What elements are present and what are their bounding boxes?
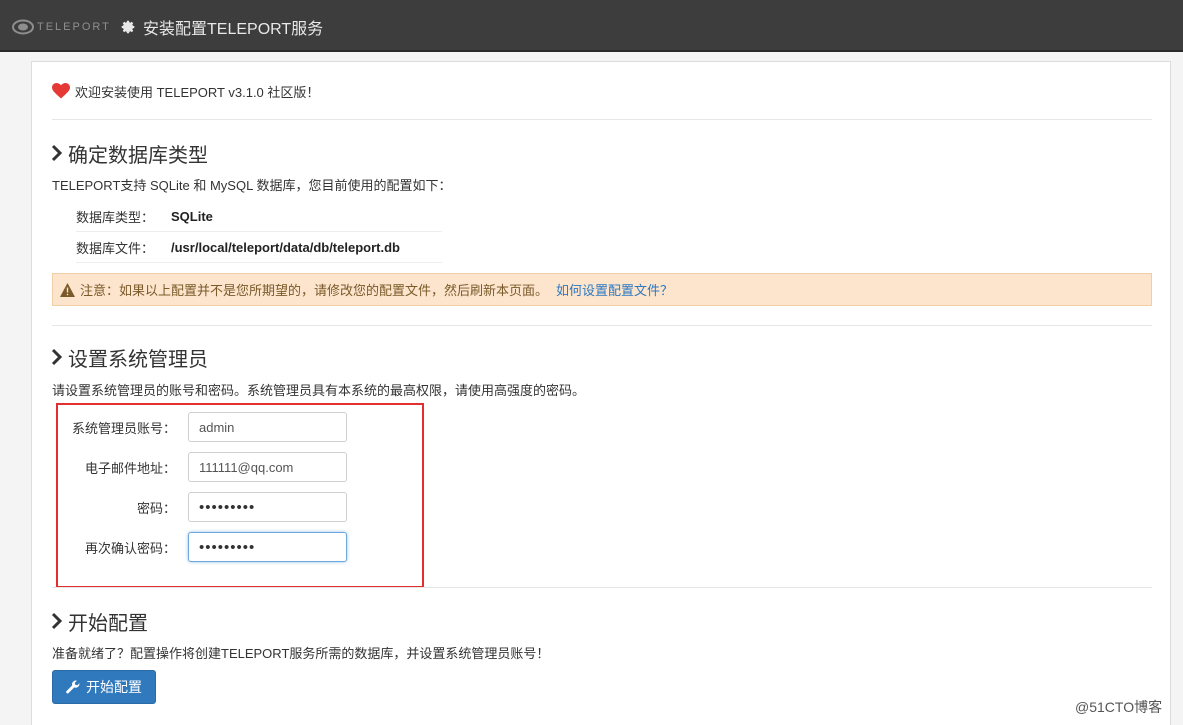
divider <box>52 119 1152 120</box>
start-config-button-label: 开始配置 <box>86 679 142 695</box>
account-label: 系统管理员账号： <box>71 420 176 436</box>
db-type-row: 数据库类型： SQLite <box>76 201 442 232</box>
confirm-password-row: 再次确认密码： <box>52 532 372 562</box>
db-section-title: 确定数据库类型 <box>50 140 208 167</box>
divider <box>52 325 1152 326</box>
welcome-text: 欢迎安装使用 TELEPORT v3.1.0 社区版！ <box>75 84 320 100</box>
db-section-desc: TELEPORT支持 SQLite 和 MySQL 数据库，您目前使用的配置如下… <box>52 178 452 193</box>
start-config-button[interactable]: 开始配置 <box>52 670 156 704</box>
db-section-title-text: 确定数据库类型 <box>68 144 208 167</box>
divider <box>52 587 1152 588</box>
page-title: 安装配置TELEPORT服务 <box>120 17 324 38</box>
gear-icon <box>121 20 135 34</box>
email-row: 电子邮件地址： <box>52 452 372 482</box>
logo-text: TELEPORT <box>37 21 111 33</box>
account-input[interactable] <box>188 412 347 442</box>
chevron-right-icon <box>51 144 63 162</box>
logo-swirl-icon <box>12 19 34 35</box>
config-warning-alert: 注意：如果以上配置并不是您所期望的，请修改您的配置文件，然后刷新本页面。 如何设… <box>52 273 1152 306</box>
warning-icon <box>60 282 75 297</box>
db-type-value: SQLite <box>171 208 213 224</box>
admin-section-title: 设置系统管理员 <box>50 344 208 371</box>
db-file-label: 数据库文件： <box>76 240 155 256</box>
start-section-title: 开始配置 <box>50 608 148 635</box>
account-row: 系统管理员账号： <box>52 412 372 442</box>
db-file-value: /usr/local/teleport/data/db/teleport.db <box>171 239 400 255</box>
teleport-logo[interactable]: TELEPORT <box>12 17 111 37</box>
install-panel: 欢迎安装使用 TELEPORT v3.1.0 社区版！ 确定数据库类型 TELE… <box>31 61 1171 725</box>
db-type-label: 数据库类型： <box>76 209 155 225</box>
admin-section-title-text: 设置系统管理员 <box>68 348 208 371</box>
warning-text: 注意：如果以上配置并不是您所期望的，请修改您的配置文件，然后刷新本页面。 <box>80 283 549 298</box>
top-navbar: TELEPORT 安装配置TELEPORT服务 <box>0 0 1183 52</box>
start-section-desc: 准备就绪了？配置操作将创建TELEPORT服务所需的数据库，并设置系统管理员账号… <box>52 646 550 661</box>
password-label: 密码： <box>136 500 176 516</box>
password-row: 密码： <box>52 492 372 522</box>
chevron-right-icon <box>51 612 63 630</box>
email-label: 电子邮件地址： <box>84 460 176 476</box>
confirm-password-label: 再次确认密码： <box>84 540 176 556</box>
wrench-icon <box>66 680 80 694</box>
chevron-right-icon <box>51 348 63 366</box>
watermark-text: @51CTO博客 <box>1075 699 1163 715</box>
db-file-row: 数据库文件： /usr/local/teleport/data/db/telep… <box>76 232 442 263</box>
email-input[interactable] <box>188 452 347 482</box>
confirm-password-input[interactable] <box>188 532 347 562</box>
start-section-title-text: 开始配置 <box>68 612 148 635</box>
welcome-message: 欢迎安装使用 TELEPORT v3.1.0 社区版！ <box>52 82 319 100</box>
config-help-link[interactable]: 如何设置配置文件？ <box>556 280 673 299</box>
admin-section-desc: 请设置系统管理员的账号和密码。系统管理员具有本系统的最高权限，请使用高强度的密码… <box>52 383 586 398</box>
heart-icon <box>52 83 70 99</box>
page-title-text: 安装配置TELEPORT服务 <box>143 21 324 38</box>
password-input[interactable] <box>188 492 347 522</box>
